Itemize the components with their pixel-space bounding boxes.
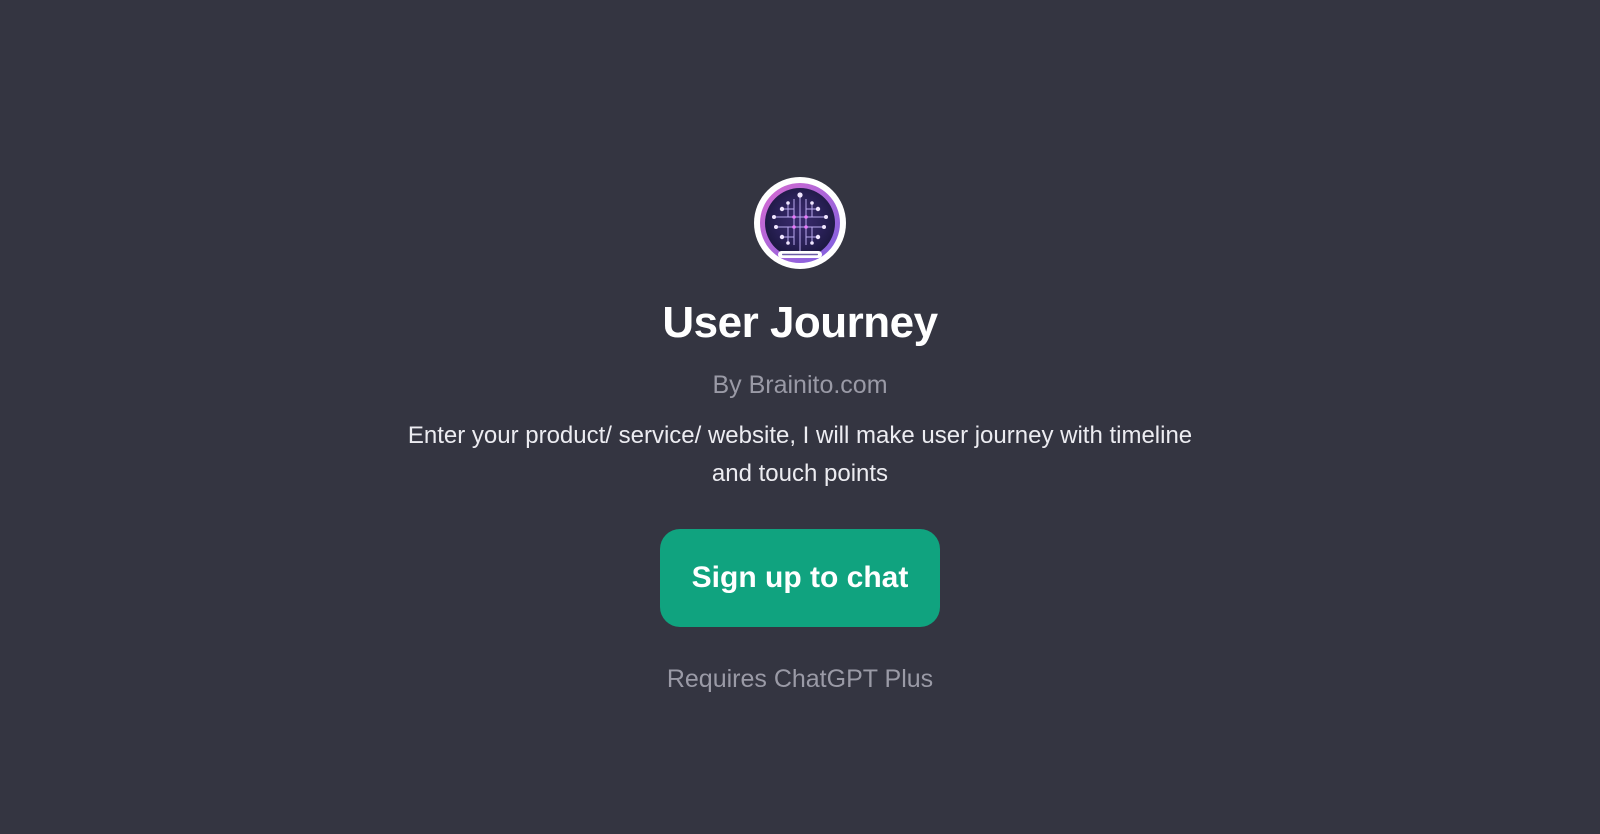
gpt-avatar <box>754 177 846 269</box>
requires-plus-note: Requires ChatGPT Plus <box>666 665 934 693</box>
sign-up-to-chat-button[interactable]: Sign up to chat <box>660 529 940 627</box>
user-journey-circuit-logo-icon <box>760 183 840 263</box>
gpt-title: User Journey <box>662 298 938 347</box>
gpt-landing-page: User Journey By Brainito.com Enter your … <box>0 0 1600 834</box>
sign-up-button-label: Sign up to chat <box>691 561 909 594</box>
gpt-description: Enter your product/ service/ website, I … <box>407 422 1193 487</box>
gpt-author: By Brainito.com <box>712 371 888 399</box>
